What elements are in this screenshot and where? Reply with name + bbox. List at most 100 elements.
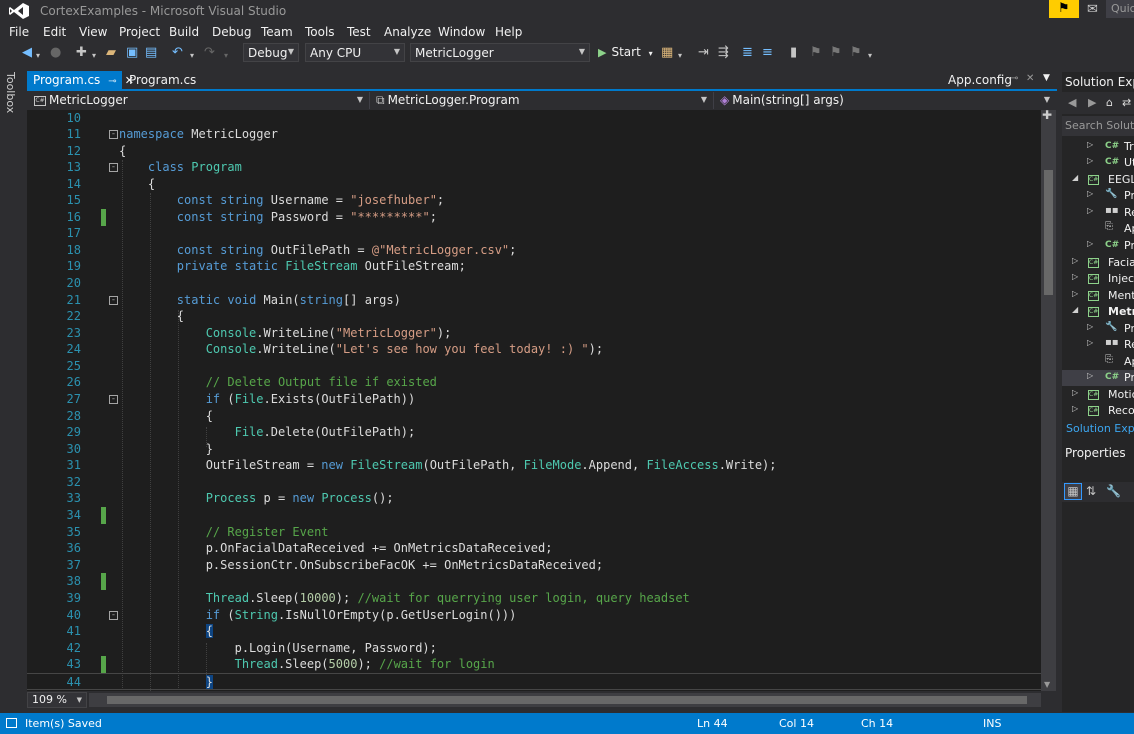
tab-program-cs-active[interactable]: Program.cs ⊸ ✕ [27, 71, 134, 90]
navigate-back-icon[interactable]: ◀ [22, 45, 32, 61]
menu-debug[interactable]: Debug [212, 25, 251, 39]
output-window-icon[interactable] [6, 718, 17, 728]
toolbox-tab[interactable]: Toolbox [0, 66, 22, 712]
menu-test[interactable]: Test [347, 25, 371, 39]
scrollbar-thumb[interactable] [107, 696, 1027, 704]
split-editor-icon[interactable]: ✚ [1042, 108, 1052, 122]
tree-item[interactable]: ⎘App.config [1062, 221, 1134, 237]
pin-icon[interactable]: ⊸ [1010, 73, 1018, 84]
expand-icon[interactable]: ▷ [1087, 322, 1093, 331]
new-project-icon[interactable]: ✚ [76, 45, 87, 61]
menu-edit[interactable]: Edit [43, 25, 66, 39]
tree-item[interactable]: ▷C#InjectMarker [1062, 271, 1134, 287]
close-icon[interactable]: ✕ [1026, 73, 1034, 84]
expand-icon[interactable]: ▷ [1072, 256, 1078, 265]
bookmark-icon[interactable]: ▮ [790, 45, 797, 61]
scroll-down-icon[interactable]: ▼ [1044, 680, 1050, 689]
collapse-icon[interactable]: ◢ [1072, 173, 1078, 182]
tab-app-config[interactable]: App.config [948, 73, 1012, 87]
expand-icon[interactable]: ▷ [1072, 388, 1078, 397]
start-button[interactable]: ▶ Start ▾ [598, 45, 653, 59]
undo-dropdown-icon[interactable]: ▾ [190, 48, 194, 64]
menu-project[interactable]: Project [119, 25, 160, 39]
open-file-icon[interactable]: ▰ [106, 45, 116, 61]
step-into-icon[interactable]: ⇥ [698, 45, 709, 61]
clear-bookmarks-icon[interactable]: ⚑ [850, 45, 862, 61]
home-icon[interactable]: ⌂ [1106, 96, 1113, 109]
expand-icon[interactable]: ▷ [1072, 272, 1078, 281]
alphabetical-icon[interactable]: ⇅ [1086, 484, 1096, 498]
tree-item[interactable]: ◢C#EEGLogger [1062, 172, 1134, 188]
tree-item[interactable]: ▷🔧Properties [1062, 188, 1134, 204]
scrollbar-thumb[interactable] [1044, 170, 1053, 295]
property-pages-icon[interactable]: 🔧 [1106, 484, 1121, 498]
previous-bookmark-icon[interactable]: ⚑ [810, 45, 822, 61]
forward-icon[interactable]: ▶ [1088, 96, 1096, 109]
collapse-icon[interactable]: ◢ [1072, 305, 1078, 314]
menu-build[interactable]: Build [169, 25, 199, 39]
quick-launch-input[interactable]: Quick Launch [1106, 0, 1134, 18]
menu-view[interactable]: View [79, 25, 107, 39]
new-project-dropdown-icon[interactable]: ▾ [92, 48, 96, 64]
save-all-icon[interactable]: ▤ [145, 45, 157, 61]
toolbar-overflow-icon[interactable]: ▾ [868, 48, 872, 64]
menu-tools[interactable]: Tools [305, 25, 335, 39]
tree-item[interactable]: ▷C#MotionLogger [1062, 387, 1134, 403]
tab-program-cs[interactable]: Program.cs [123, 71, 196, 90]
expand-icon[interactable]: ▷ [1087, 206, 1093, 215]
code-editor[interactable]: 10 11- namespace MetricLogger 12{ 13- cla… [27, 110, 1041, 691]
undo-icon[interactable]: ↶ [172, 45, 183, 61]
uncomment-icon[interactable]: ≡ [762, 45, 773, 61]
tree-item[interactable]: ▷C#FacialExpressionTraining [1062, 255, 1134, 271]
solution-explorer-search-input[interactable]: Search Solution Explorer [1062, 116, 1134, 136]
configuration-dropdown[interactable]: Debug ▼ [243, 43, 299, 62]
expand-icon[interactable]: ▷ [1087, 371, 1093, 380]
expand-icon[interactable]: ▷ [1087, 239, 1093, 248]
expand-icon[interactable]: ▷ [1072, 404, 1078, 413]
solution-explorer-tab[interactable]: Solution Explorer [1066, 422, 1134, 435]
collapse-icon[interactable]: - [109, 611, 118, 620]
expand-icon[interactable]: ▷ [1087, 189, 1093, 198]
tree-item[interactable]: ▷C#Utils.cs [1062, 155, 1134, 171]
tree-item-selected[interactable]: ▷C#Program.cs [1062, 370, 1134, 386]
startup-project-dropdown[interactable]: MetricLogger ▼ [410, 43, 590, 62]
notification-button[interactable]: ⚑ [1049, 0, 1079, 18]
menu-window[interactable]: Window [438, 25, 485, 39]
save-icon[interactable]: ▣ [126, 45, 138, 61]
menu-analyze[interactable]: Analyze [384, 25, 431, 39]
expand-icon[interactable]: ▷ [1087, 140, 1093, 149]
project-navigation-dropdown[interactable]: C# MetricLogger ▼ [30, 92, 370, 109]
tree-item[interactable]: ▷C#MentalCommandTraining [1062, 288, 1134, 304]
expand-icon[interactable]: ▷ [1087, 156, 1093, 165]
type-navigation-dropdown[interactable]: ⧉ MetricLogger.Program ▼ [372, 92, 714, 109]
tree-item[interactable]: ▷C#Program.cs [1062, 238, 1134, 254]
back-dropdown-icon[interactable]: ▾ [36, 48, 40, 64]
tree-item[interactable]: ▷▪▪References [1062, 205, 1134, 221]
step-over-icon[interactable]: ⇶ [718, 45, 729, 61]
collapse-icon[interactable]: - [109, 296, 118, 305]
member-navigation-dropdown[interactable]: ◈ Main(string[] args) ▼ [716, 92, 1056, 109]
menu-file[interactable]: File [9, 25, 29, 39]
tab-overflow-icon[interactable]: ▼ [1043, 73, 1050, 83]
collapse-icon[interactable]: - [109, 395, 118, 404]
tree-item[interactable]: ⎘App.config [1062, 354, 1134, 370]
collapse-icon[interactable]: - [109, 130, 118, 139]
browser-link-dropdown-icon[interactable]: ▾ [678, 48, 682, 64]
back-icon[interactable]: ◀ [1068, 96, 1076, 109]
expand-icon[interactable]: ▷ [1087, 338, 1093, 347]
tree-item[interactable]: ◢C#MetricLogger [1062, 304, 1134, 320]
platform-dropdown[interactable]: Any CPU ▼ [305, 43, 405, 62]
collapse-icon[interactable]: - [109, 163, 118, 172]
tree-item[interactable]: ▷🔧Properties [1062, 321, 1134, 337]
pin-icon[interactable]: ⊸ [108, 76, 116, 87]
comment-icon[interactable]: ≣ [742, 45, 753, 61]
sync-icon[interactable]: ⇄ [1122, 96, 1131, 109]
horizontal-scrollbar[interactable] [89, 693, 1041, 707]
vertical-scrollbar[interactable]: ✚ ▼ [1041, 108, 1056, 691]
menu-team[interactable]: Team [261, 25, 293, 39]
browser-link-icon[interactable]: ▦ [661, 45, 673, 61]
zoom-dropdown[interactable]: 109 % ▼ [27, 692, 87, 708]
categorized-icon[interactable]: ▦ [1064, 483, 1082, 500]
tree-item[interactable]: ▷▪▪References [1062, 337, 1134, 353]
expand-icon[interactable]: ▷ [1072, 289, 1078, 298]
